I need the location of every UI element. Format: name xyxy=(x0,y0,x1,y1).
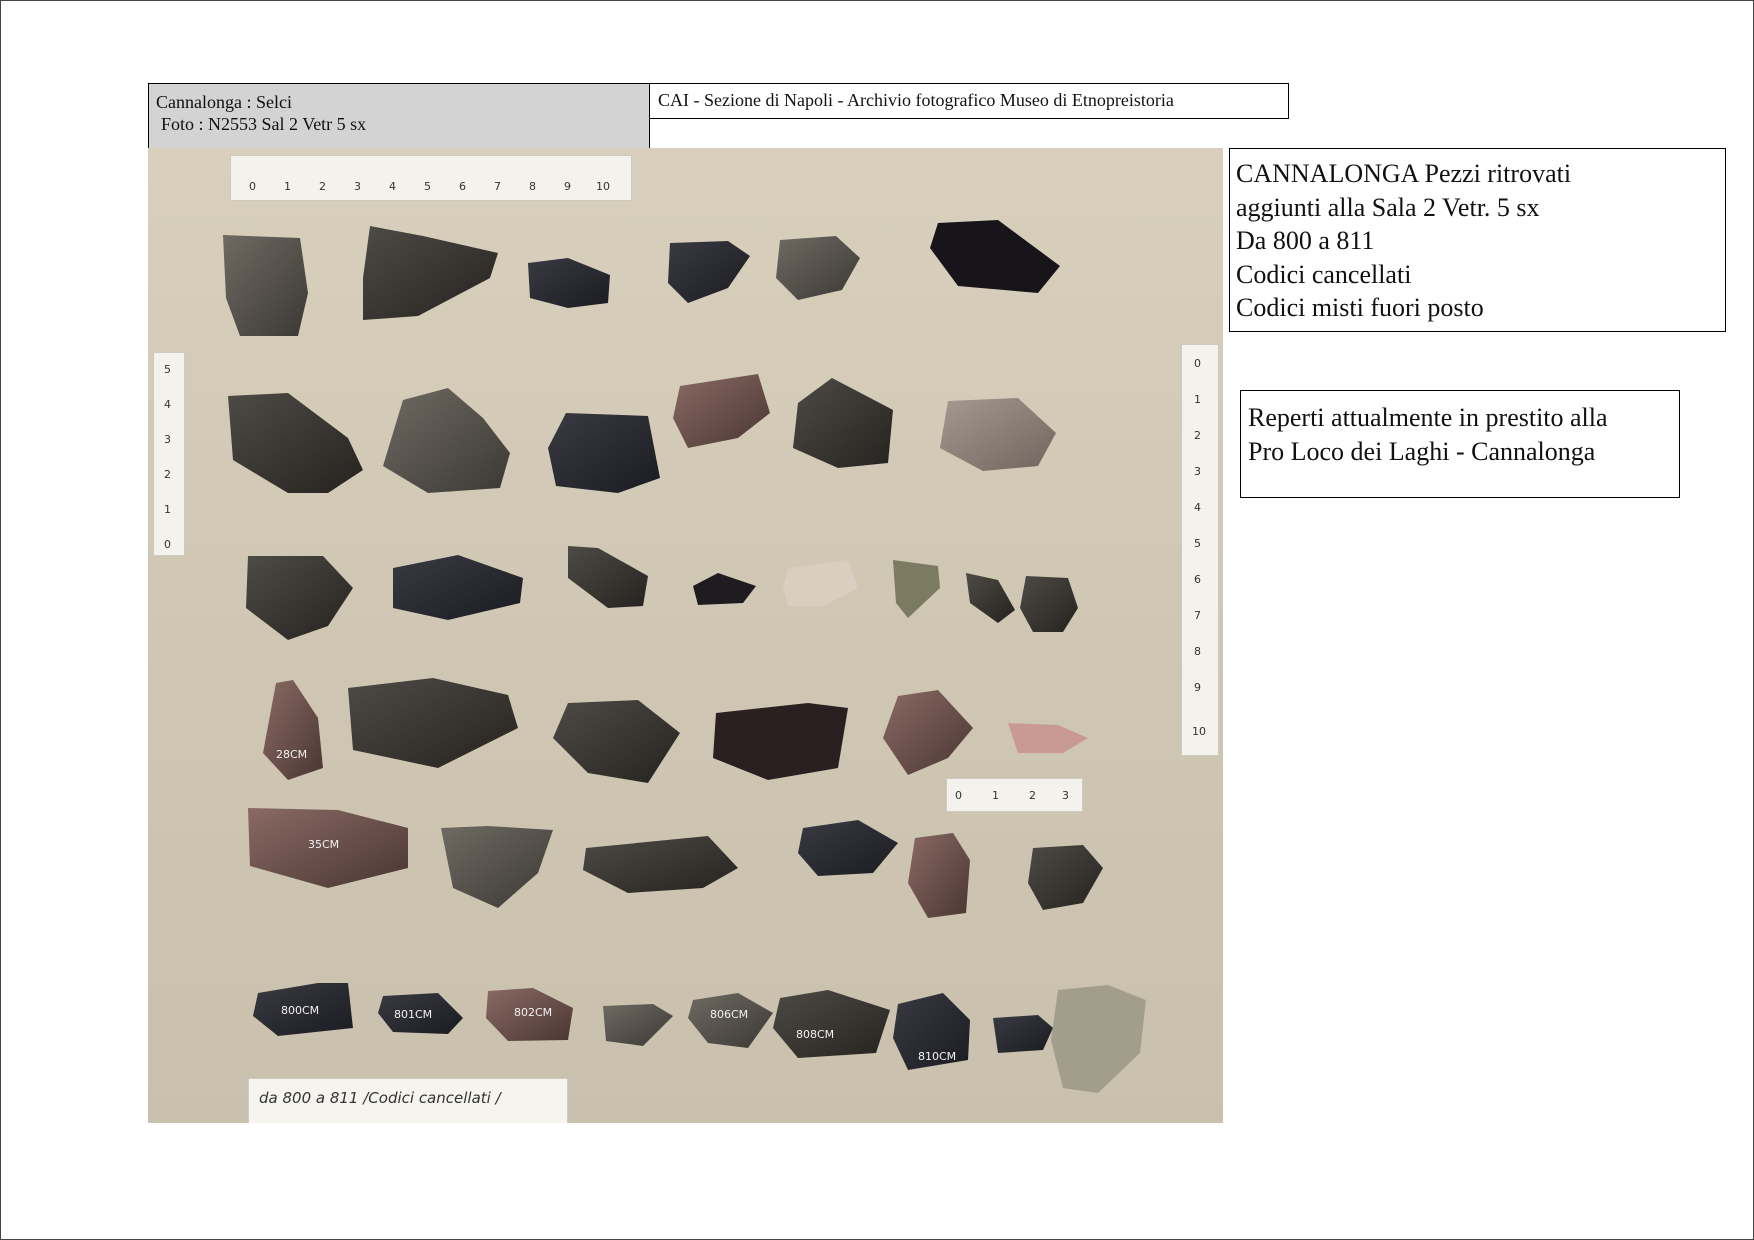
caption-line-2: Foto : N2553 Sal 2 Vetr 5 sx xyxy=(161,114,367,134)
stone xyxy=(713,703,848,780)
stone-label: 800CM xyxy=(281,1004,319,1017)
stone xyxy=(783,560,858,606)
stone xyxy=(603,1004,673,1046)
stone xyxy=(940,398,1056,471)
stone xyxy=(1020,576,1078,632)
stone xyxy=(668,241,750,303)
info-line: Codici cancellati xyxy=(1236,259,1412,289)
stone xyxy=(548,413,660,493)
tick: 5 xyxy=(424,180,431,193)
stone xyxy=(793,378,893,468)
tick: 5 xyxy=(1194,537,1201,550)
stone xyxy=(693,573,756,605)
stone xyxy=(383,388,510,493)
note-text: da 800 a 811 /Codici cancellati / xyxy=(259,1089,501,1107)
stone xyxy=(553,700,680,783)
stone xyxy=(363,226,498,320)
tick: 3 xyxy=(354,180,361,193)
tick: 4 xyxy=(164,398,171,411)
tick: 2 xyxy=(1029,789,1036,802)
tick: 8 xyxy=(529,180,536,193)
tick: 2 xyxy=(319,180,326,193)
stone xyxy=(893,560,940,618)
stone-label: 806CM xyxy=(710,1008,748,1021)
tick: 0 xyxy=(1194,357,1201,370)
stone-label: 28CM xyxy=(276,748,307,761)
stone-label: 35CM xyxy=(308,838,339,851)
stone xyxy=(528,258,610,308)
tick: 4 xyxy=(389,180,396,193)
info-line: Da 800 a 811 xyxy=(1236,226,1375,255)
stone-label: 801CM xyxy=(394,1008,432,1021)
tick: 1 xyxy=(992,789,999,802)
stone xyxy=(673,374,770,448)
stones-illustration: 28CM 35CM 800CM 801CM 802CM 806CM 808CM … xyxy=(223,220,1146,1093)
tick: 10 xyxy=(1192,725,1206,738)
loan-line: Reperti attualmente in prestito alla xyxy=(1248,403,1608,432)
tick: 1 xyxy=(284,180,291,193)
tick: 7 xyxy=(1194,609,1201,622)
stone xyxy=(908,833,970,918)
stone xyxy=(348,678,518,768)
tick: 3 xyxy=(1194,465,1201,478)
caption-line-1: Cannalonga : Selci xyxy=(156,92,292,112)
tick: 0 xyxy=(955,789,962,802)
tick: 7 xyxy=(494,180,501,193)
tick: 0 xyxy=(164,538,171,551)
ruler-top: 0 1 2 3 4 5 6 7 8 9 10 xyxy=(230,155,632,201)
tick: 5 xyxy=(164,363,171,376)
tick: 9 xyxy=(1194,681,1201,694)
stone xyxy=(223,235,308,336)
ruler-right: 0 1 2 3 4 5 6 7 8 9 10 xyxy=(1181,344,1219,756)
archive-header: CAI - Sezione di Napoli - Archivio fotog… xyxy=(649,83,1289,119)
stone xyxy=(263,680,323,780)
loan-box: Reperti attualmente in prestito alla Pro… xyxy=(1240,390,1680,498)
loan-line: Pro Loco dei Laghi - Cannalonga xyxy=(1248,436,1596,466)
stone xyxy=(1028,845,1103,910)
tick: 8 xyxy=(1194,645,1201,658)
tick: 6 xyxy=(459,180,466,193)
stone xyxy=(228,393,363,493)
tick: 2 xyxy=(164,468,171,481)
stone-label: 808CM xyxy=(796,1028,834,1041)
info-line: Codici misti fuori posto xyxy=(1236,293,1484,322)
stone xyxy=(883,690,973,775)
stone xyxy=(441,826,553,908)
info-line: aggiunti alla Sala 2 Vetr. 5 sx xyxy=(1236,192,1540,222)
stone xyxy=(773,990,890,1058)
tick: 4 xyxy=(1194,501,1201,514)
tick: 1 xyxy=(164,503,171,516)
stone xyxy=(776,236,860,300)
handwritten-note: da 800 a 811 /Codici cancellati / xyxy=(248,1078,568,1123)
stone xyxy=(1008,723,1088,753)
artifact-photo: 28CM 35CM 800CM 801CM 802CM 806CM 808CM … xyxy=(148,148,1223,1123)
tick: 2 xyxy=(1194,429,1201,442)
info-box: CANNALONGA Pezzi ritrovati aggiunti alla… xyxy=(1229,148,1726,332)
photo-caption-box: Cannalonga : Selci Foto : N2553 Sal 2 Ve… xyxy=(148,83,650,149)
tick: 3 xyxy=(1062,789,1069,802)
stone xyxy=(568,546,648,608)
archive-title: CAI - Sezione di Napoli - Archivio fotog… xyxy=(658,90,1174,110)
stone xyxy=(930,220,1060,293)
stone xyxy=(393,555,523,620)
tick: 6 xyxy=(1194,573,1201,586)
stone xyxy=(966,573,1015,623)
stone xyxy=(246,556,353,640)
info-line: CANNALONGA Pezzi ritrovati xyxy=(1236,159,1572,188)
stone-label: 810CM xyxy=(918,1050,956,1063)
stone xyxy=(583,836,738,893)
stone xyxy=(798,820,898,876)
ruler-left: 0 1 2 3 4 5 xyxy=(153,352,185,556)
stone xyxy=(1051,985,1146,1093)
tick: 0 xyxy=(249,180,256,193)
tick: 9 xyxy=(564,180,571,193)
tick: 1 xyxy=(1194,393,1201,406)
stone xyxy=(993,1015,1053,1053)
stone-label: 802CM xyxy=(514,1006,552,1019)
tick: 10 xyxy=(596,180,610,193)
tick: 3 xyxy=(164,433,171,446)
ruler-small: 0 1 2 3 xyxy=(946,778,1083,812)
